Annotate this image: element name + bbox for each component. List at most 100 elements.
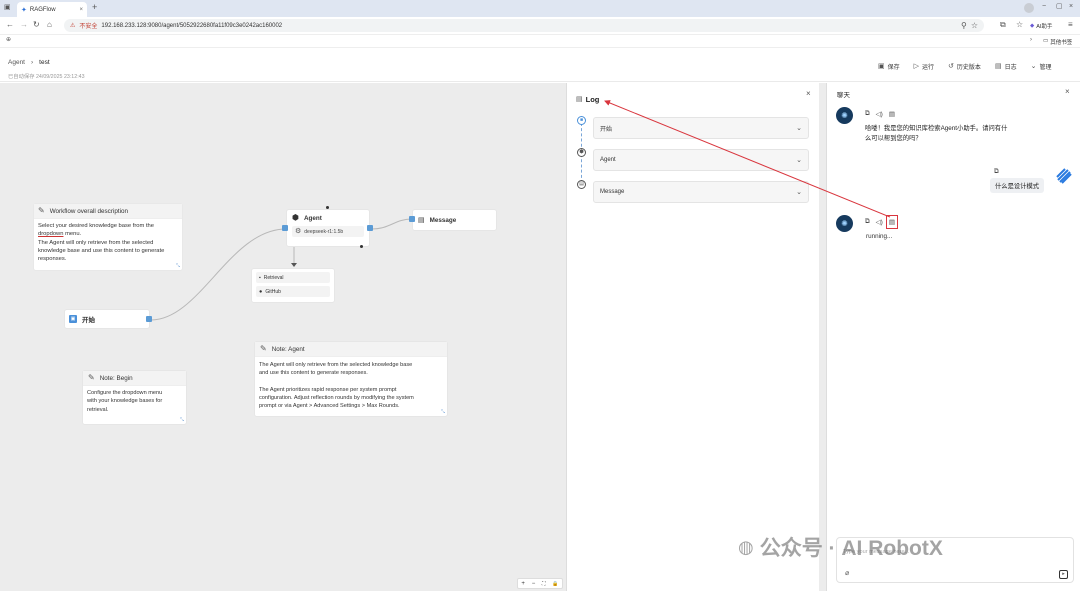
chevron-down-icon: ⌄ (796, 124, 802, 132)
user-copy-icon[interactable]: ⧉ (994, 168, 999, 176)
tab-list-icon[interactable]: ▣ (4, 4, 11, 11)
tools-panel[interactable]: ▪ Retrieval ● GitHub (251, 268, 335, 303)
user-avatar (1055, 167, 1072, 184)
message-input-handle[interactable] (409, 216, 415, 222)
minimize-window-button[interactable]: − (1042, 3, 1046, 10)
speaker-icon[interactable]: ◁) (876, 218, 883, 226)
chevron-down-icon: ⌄ (796, 156, 802, 164)
browser-tab[interactable]: ✦ RAGFlow × (17, 2, 87, 17)
agent-note-line: The Agent will only retrieve from the se… (259, 362, 413, 368)
tool-github-label: GitHub (265, 288, 281, 295)
log-button[interactable]: ▤ 日志 (995, 62, 1017, 71)
user-message-text: 什么是设计模式 (995, 183, 1040, 190)
zoom-controls: + − ⛶ 🔒 (517, 578, 563, 589)
maximize-window-button[interactable]: ▢ (1056, 3, 1063, 10)
forward-icon[interactable]: → (20, 21, 28, 29)
copy-icon[interactable]: ⧉ (865, 110, 870, 118)
manage-button[interactable]: ⌄ 管理 (1031, 62, 1052, 71)
dropdown-link-text: dropdown (38, 231, 64, 238)
agent-model-name: deepseek-r1:1.5b (304, 228, 344, 235)
menu-icon[interactable]: ≡ (1068, 21, 1073, 29)
model-icon: ⚙ (295, 228, 302, 235)
zoom-in-button[interactable]: + (521, 581, 525, 587)
log-item-agent[interactable]: Agent ⌄ (593, 149, 809, 171)
apps-icon[interactable]: ⊕ (6, 37, 11, 43)
tool-github[interactable]: ● GitHub (256, 286, 330, 297)
begin-node[interactable]: ▣ 开始 (64, 309, 150, 329)
log-item-begin[interactable]: 开始 ⌄ (593, 117, 809, 139)
note-edit-icon: ✎ (38, 206, 45, 215)
note-body: Select your desired knowledge base from … (34, 219, 182, 266)
attach-icon[interactable]: ⌀ (845, 570, 849, 577)
tab-close-icon[interactable]: × (79, 7, 83, 13)
home-icon[interactable]: ⌂ (47, 21, 52, 29)
message-node[interactable]: ▤ Message (412, 209, 497, 231)
copy-icon[interactable]: ⧉ (865, 218, 870, 226)
run-button[interactable]: ▷ 运行 (914, 62, 934, 71)
watermark-text: 公众号 · AI RobotX (759, 537, 943, 560)
doc-icon[interactable]: ▤ (889, 110, 895, 118)
agent-node[interactable]: ⬢ Agent ⚙ deepseek-r1:1.5b (286, 209, 370, 247)
begin-output-handle[interactable] (146, 316, 152, 322)
resize-handle-icon[interactable]: ⤡ (180, 418, 184, 423)
reload-icon[interactable]: ↻ (33, 21, 40, 29)
agent-note-line: configuration. Adjust reflection rounds … (259, 394, 414, 401)
lock-button[interactable]: 🔒 (552, 581, 558, 587)
ragflow-favicon-icon: ✦ (21, 6, 27, 14)
chevron-down-icon: ⌄ (796, 188, 802, 196)
save-label: 保存 (887, 65, 900, 71)
log-item-message[interactable]: Message ⌄ (593, 181, 809, 203)
chat-close-button[interactable]: × (1065, 88, 1070, 96)
key-icon[interactable]: ⚲ (961, 21, 967, 30)
insecure-label: 不安全 (79, 24, 98, 30)
speaker-icon[interactable]: ◁) (876, 110, 883, 118)
history-button[interactable]: ↺ 历史版本 (948, 62, 981, 71)
agent-note-line: The Agent prioritizes rapid response per… (259, 386, 397, 393)
running-text: running... (866, 233, 893, 240)
ai-assistant-button[interactable]: ◆ AI助手 (1030, 22, 1052, 30)
resize-handle-icon[interactable]: ⤡ (176, 264, 180, 269)
chat-title: 聊天 (837, 92, 850, 99)
back-icon[interactable]: ← (6, 21, 14, 29)
agent-bottom-handle[interactable] (360, 245, 363, 248)
agent-output-handle[interactable] (367, 225, 373, 231)
send-icon[interactable]: ▸ (1059, 570, 1068, 579)
agent-note[interactable]: ✎ Note: Agent The Agent will only retrie… (254, 341, 448, 417)
workflow-description-note[interactable]: ✎ Workflow overall description Select yo… (33, 203, 183, 271)
zoom-out-button[interactable]: − (532, 581, 536, 587)
save-button[interactable]: ▣ 保存 (878, 62, 900, 71)
bookmarks-chevron-icon[interactable]: › (1030, 37, 1032, 43)
begin-note-line: with your knowledge bases for (87, 398, 163, 405)
chevron-down-icon: ⌄ (1030, 63, 1037, 70)
resize-handle-icon[interactable]: ⤡ (441, 410, 445, 415)
warning-icon: ⚠ (70, 23, 76, 29)
begin-note[interactable]: ✎ Note: Begin Configure the dropdown men… (82, 370, 187, 425)
note-line-2-rest: menu. (63, 231, 82, 238)
log-close-button[interactable]: × (806, 90, 811, 98)
edge-agent-message (371, 218, 413, 230)
note-header: ✎ Workflow overall description (34, 204, 182, 219)
log-item-label: Message (600, 189, 625, 195)
log-title: Log (585, 95, 600, 104)
breadcrumb-agent-link[interactable]: Agent (8, 59, 25, 66)
fit-view-button[interactable]: ⛶ (542, 581, 546, 587)
agent-icon: ⬢ (292, 213, 299, 222)
close-window-button[interactable]: × (1069, 3, 1073, 10)
bookmark-star-icon[interactable]: ☆ (971, 21, 978, 30)
doc-icon-highlighted[interactable]: ▤ (885, 215, 899, 229)
new-tab-button[interactable]: + (92, 3, 97, 12)
agent-top-handle[interactable] (326, 206, 329, 209)
tool-retrieval[interactable]: ▪ Retrieval (256, 272, 330, 283)
folder-icon: ▭ (1043, 38, 1049, 44)
extensions-icon[interactable]: ⧉ (1000, 21, 1006, 29)
workflow-canvas[interactable]: ✎ Workflow overall description Select yo… (0, 83, 566, 591)
begin-node-icon: ▣ (69, 315, 77, 323)
user-avatar-icon (1055, 167, 1072, 184)
profile-avatar-icon[interactable] (1024, 3, 1034, 13)
other-bookmarks-button[interactable]: ▭ 其他书签 (1043, 38, 1072, 46)
assistant-avatar: ✺ (836, 107, 853, 124)
url-field[interactable]: ⚠ 不安全 192.168.233.128:9080/agent/5052922… (64, 19, 984, 32)
agent-node-title: Agent (303, 214, 322, 222)
agent-input-handle[interactable] (282, 225, 288, 231)
favorites-icon[interactable]: ☆ (1016, 21, 1023, 29)
